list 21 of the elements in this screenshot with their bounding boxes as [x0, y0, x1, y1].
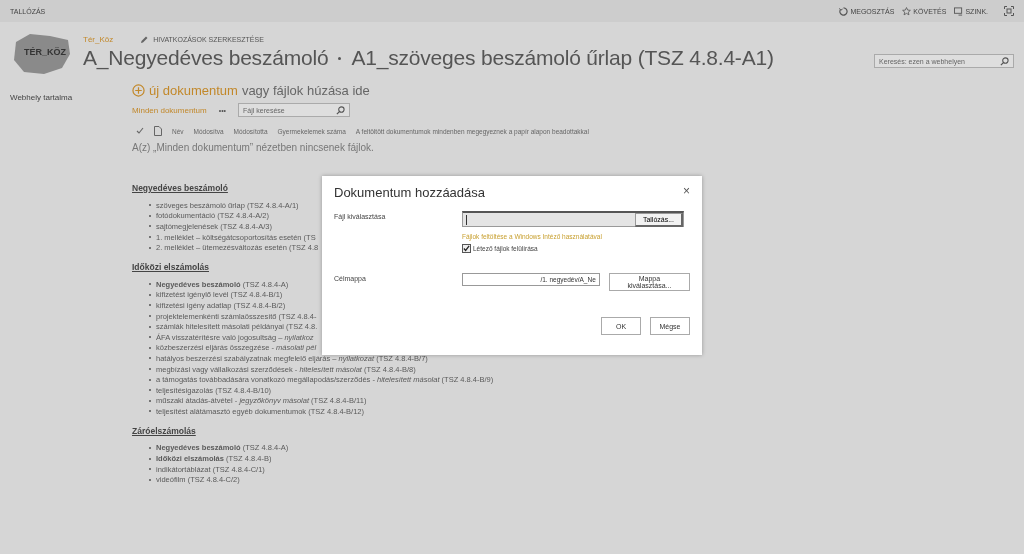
share-icon — [839, 6, 849, 16]
breadcrumb-link[interactable]: A_Negyedéves beszámoló — [83, 46, 329, 70]
star-icon — [902, 6, 912, 16]
section-heading: Negyedéves beszámoló — [132, 183, 228, 193]
sync-icon — [954, 6, 964, 16]
section-heading: Időközi elszámolás — [132, 261, 209, 272]
focus-icon[interactable] — [1004, 6, 1014, 16]
sidebar-item[interactable]: Webhely tartalma — [10, 93, 73, 102]
close-button[interactable]: × — [683, 185, 690, 197]
drag-hint: vagy fájlok húzása ide — [241, 83, 370, 98]
dialog-title: Dokumentum hozzáadása — [334, 185, 486, 200]
breadcrumb-link[interactable]: A1_szöveges beszámoló űrlap (TSZ 4.8.4-A1) — [351, 46, 774, 70]
checkbox[interactable] — [462, 244, 471, 253]
breadcrumb-separator-icon — [338, 56, 342, 60]
check-icon[interactable] — [136, 127, 144, 135]
pencil-icon — [140, 35, 149, 44]
section-heading: Záróelszámolás — [132, 425, 196, 436]
search-icon — [336, 105, 346, 115]
search-icon — [1000, 56, 1009, 66]
empty-message: A(z) „Minden dokumentum” nézetben nincsenek fájlok. — [132, 142, 375, 153]
document-icon — [154, 126, 162, 136]
